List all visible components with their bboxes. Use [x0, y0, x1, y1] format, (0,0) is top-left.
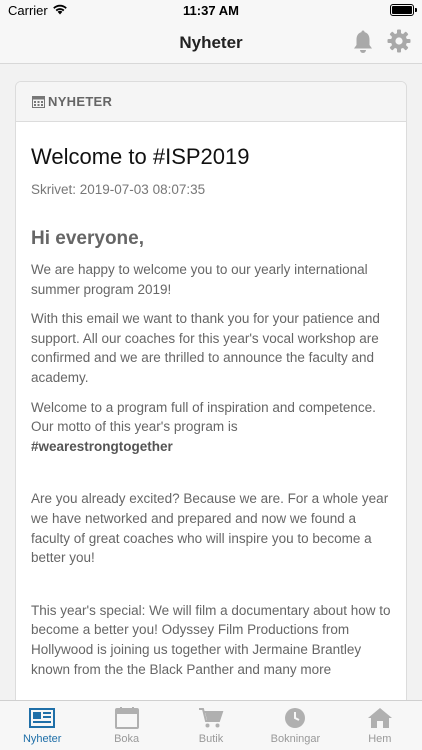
tab-label: Nyheter — [22, 733, 62, 745]
news-feed[interactable]: NYHETER Welcome to #ISP2019 Skrivet: 201… — [0, 65, 422, 700]
tab-nyheter[interactable]: Nyheter — [0, 701, 84, 750]
motto-hashtag: #wearestrongtogether — [31, 438, 173, 454]
post-paragraph: With this email we want to thank you for… — [31, 311, 380, 385]
bell-icon[interactable] — [350, 29, 376, 55]
post-paragraph: We are happy to welcome you to our yearl… — [31, 262, 368, 297]
motto-intro: Welcome to a program full of inspiration… — [31, 399, 376, 435]
tab-label: Butik — [198, 733, 224, 745]
post-paragraph: Are you already excited? Because we are.… — [31, 491, 389, 566]
navigation-bar: Nyheter — [0, 22, 422, 64]
cart-icon — [199, 708, 224, 728]
tab-bar: Nyheter Boka Butik Bokningar Hem — [0, 700, 422, 750]
home-icon — [367, 708, 392, 728]
tab-butik[interactable]: Butik — [169, 701, 253, 750]
tab-boka[interactable]: Boka — [84, 701, 168, 750]
post-paragraph: Welcome to a program full of inspiration… — [31, 398, 391, 457]
card-header-label: NYHETER — [48, 94, 113, 109]
tab-label: Bokningar — [270, 733, 321, 745]
clock-time: 11:37 AM — [183, 3, 239, 18]
tab-hem[interactable]: Hem — [338, 701, 422, 750]
calendar-icon — [32, 96, 45, 108]
clock-icon — [285, 708, 306, 728]
card-header: NYHETER — [16, 82, 406, 122]
post-paragraph: This year's special: We will film a docu… — [31, 602, 391, 677]
battery-icon — [390, 4, 417, 16]
calendar-icon — [114, 707, 139, 729]
news-card: NYHETER Welcome to #ISP2019 Skrivet: 201… — [15, 81, 407, 700]
post-date: Skrivet: 2019-07-03 08:07:35 — [31, 182, 206, 197]
post-greeting: Hi everyone, — [31, 228, 144, 249]
tab-label: Hem — [368, 733, 392, 745]
tab-label: Boka — [114, 733, 140, 745]
card-body: Welcome to #ISP2019 Skrivet: 2019-07-03 … — [16, 144, 406, 679]
newspaper-icon — [29, 708, 56, 728]
tab-bokningar[interactable]: Bokningar — [253, 701, 337, 750]
gear-icon[interactable] — [386, 28, 412, 54]
post-title: Welcome to #ISP2019 — [31, 144, 250, 169]
status-bar: Carrier 11:37 AM — [0, 0, 422, 22]
